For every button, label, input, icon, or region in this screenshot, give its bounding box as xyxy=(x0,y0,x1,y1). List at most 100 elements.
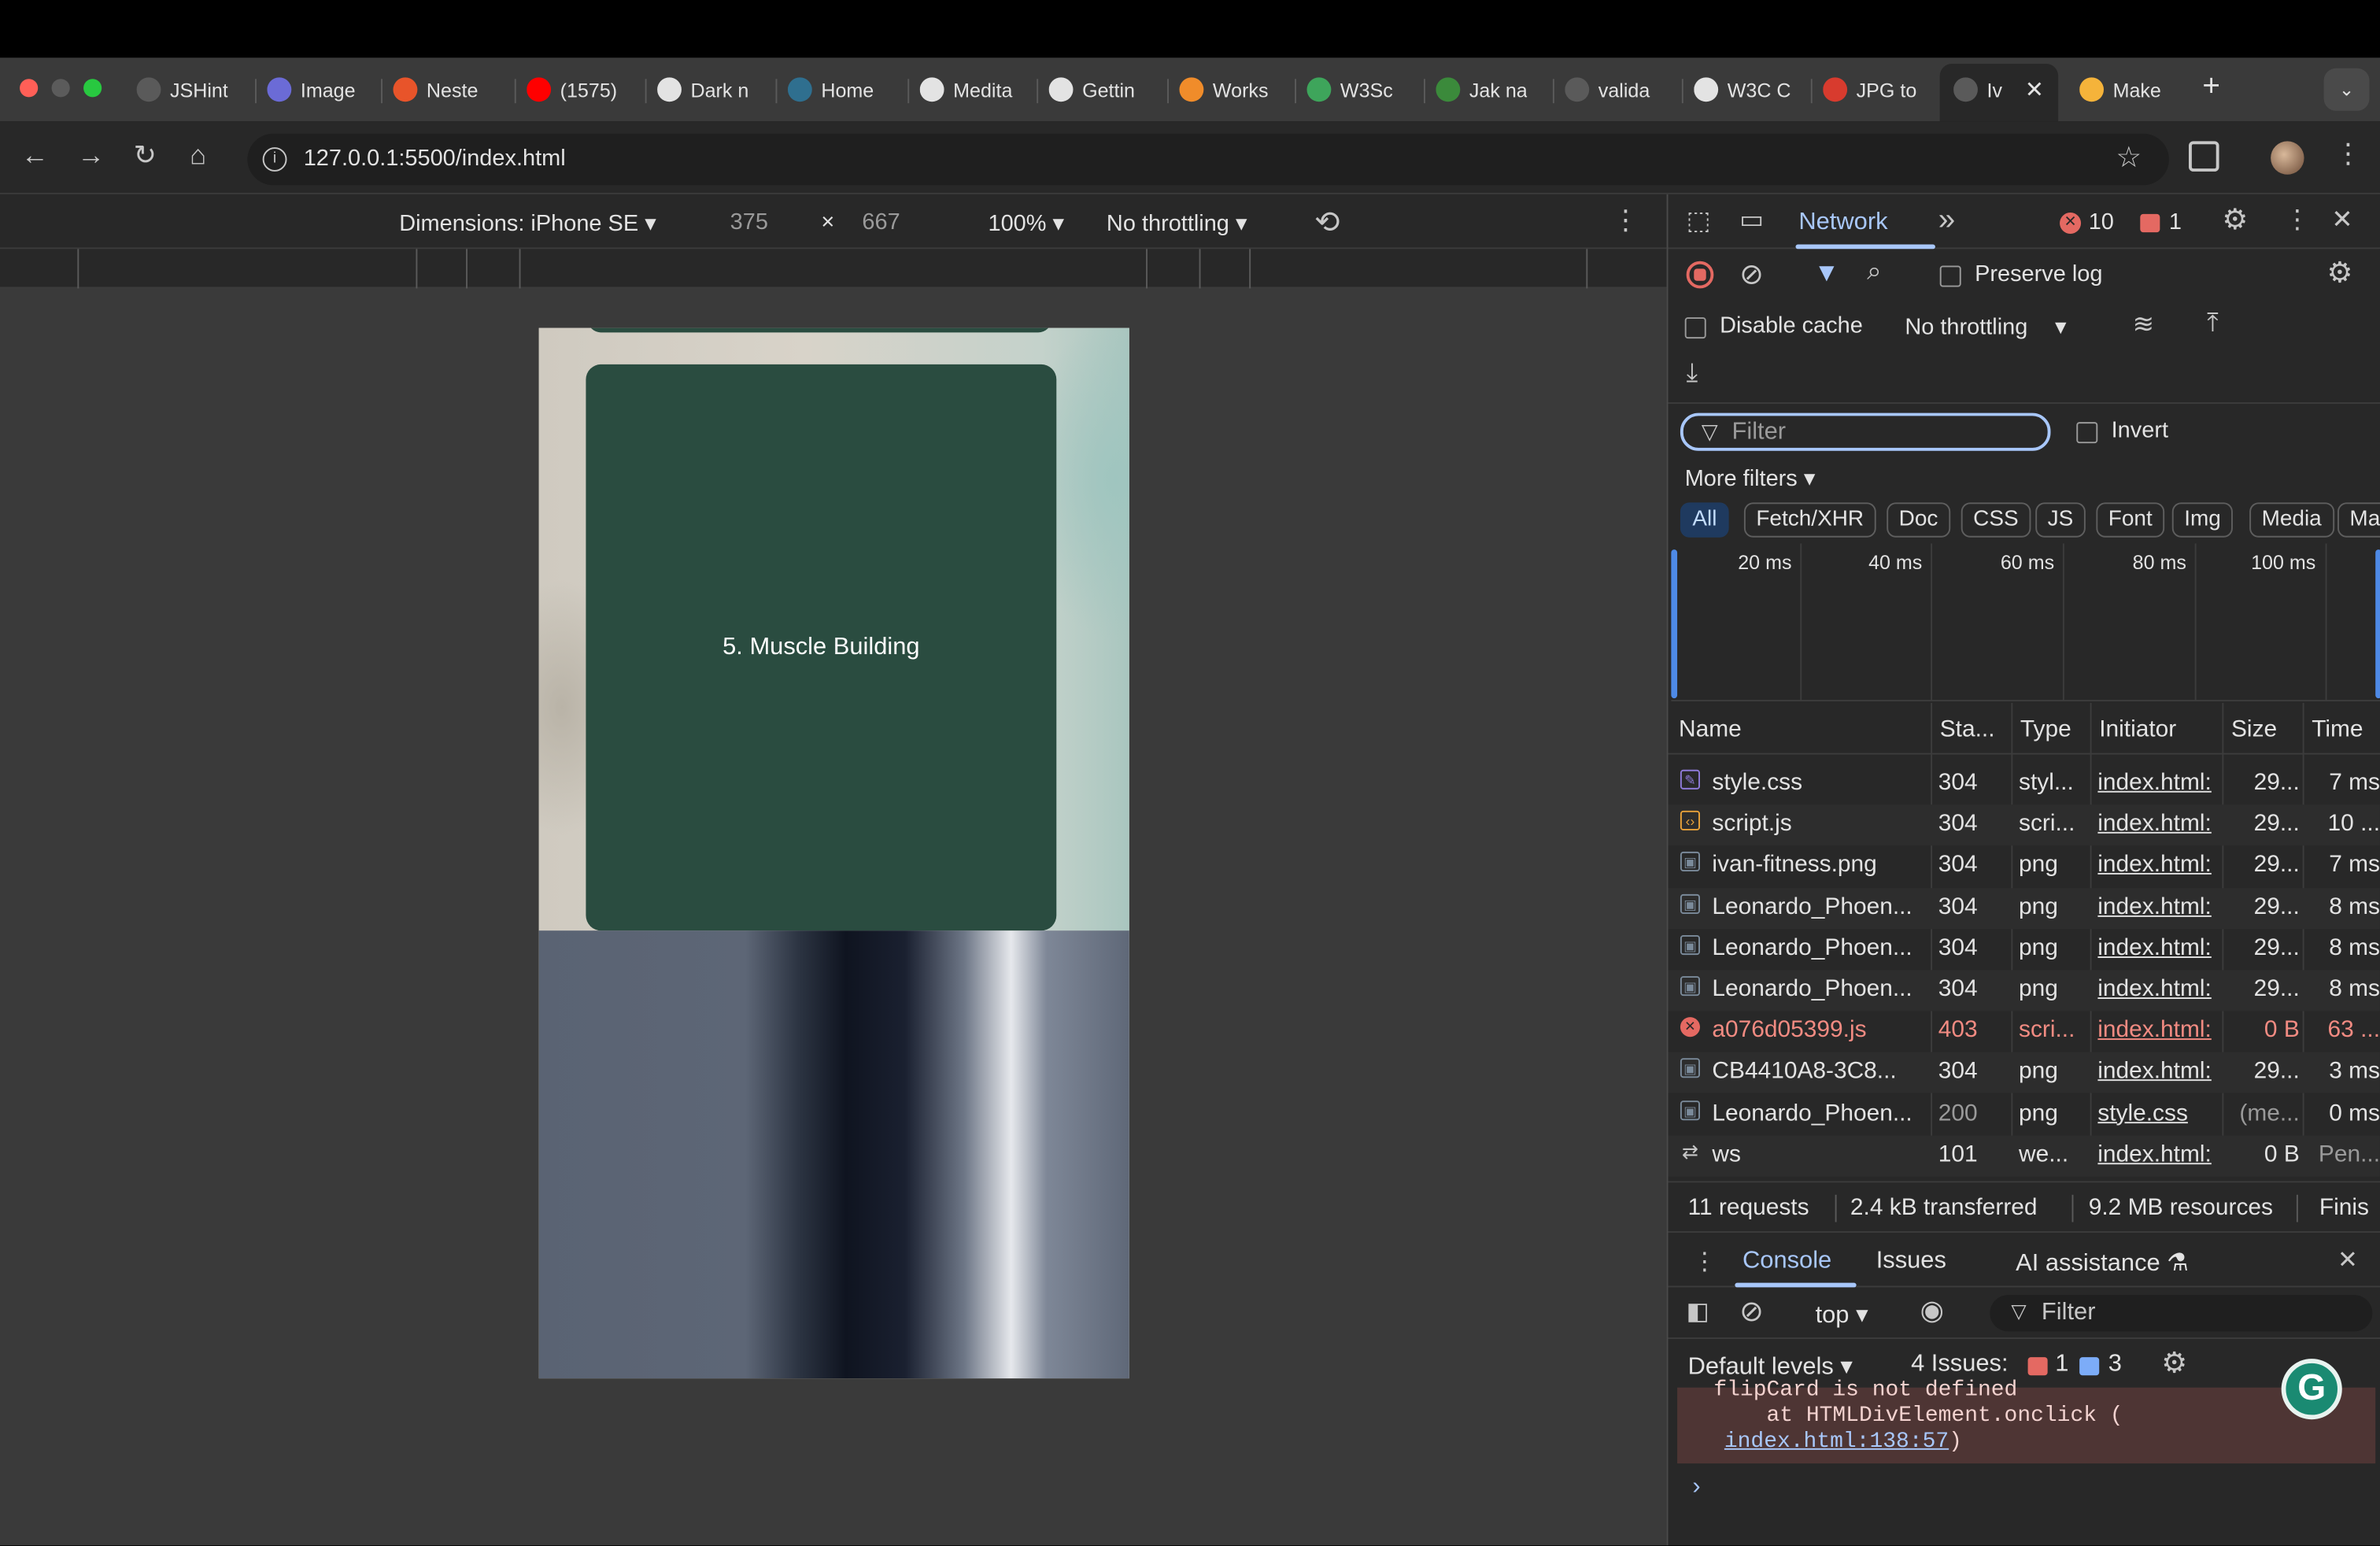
clear-icon[interactable]: ⊘ xyxy=(1739,258,1764,293)
tab-ai-assistance[interactable]: AI assistance ⚗ xyxy=(2016,1248,2189,1278)
browser-tab[interactable]: Image xyxy=(267,70,388,109)
back-button[interactable]: ← xyxy=(21,139,49,171)
record-icon[interactable] xyxy=(1686,261,1714,289)
console-filter-input[interactable]: ▽ Filter xyxy=(1990,1295,2373,1332)
close-window-button[interactable] xyxy=(20,79,39,98)
type-filter-chip[interactable]: Doc xyxy=(1887,502,1950,538)
request-initiator[interactable]: index.html: xyxy=(2097,1141,2219,1169)
context-select[interactable]: top ▾ xyxy=(1816,1300,1868,1330)
settings-gear-icon[interactable]: ⚙ xyxy=(2222,203,2248,238)
browser-tab[interactable]: (1575) xyxy=(527,70,651,109)
browser-tab[interactable]: Gettin xyxy=(1048,70,1173,109)
more-tabs-icon[interactable]: » xyxy=(1938,203,1955,238)
import-har-icon[interactable]: ⤒ xyxy=(2207,308,2218,338)
browser-tab[interactable]: Iv xyxy=(1953,70,2017,109)
type-filter-chip[interactable]: JS xyxy=(2035,502,2086,538)
request-initiator[interactable]: index.html: xyxy=(2097,935,2219,963)
close-tab-icon[interactable]: ✕ xyxy=(2025,76,2044,103)
device-toolbar-menu-icon[interactable]: ⋮ xyxy=(1612,205,1639,236)
issue-icon[interactable] xyxy=(2140,213,2160,233)
request-row[interactable]: ▣ ivan-fitness.png 304 png index.html: 29... 7… xyxy=(1668,846,2380,887)
tab-issues[interactable]: Issues xyxy=(1876,1248,1946,1275)
browser-menu-icon[interactable]: ⋮ xyxy=(2334,138,2362,169)
reload-button[interactable]: ↻ xyxy=(134,139,157,171)
issue-count[interactable]: 1 xyxy=(2169,209,2182,235)
request-initiator[interactable]: style.css xyxy=(2097,1100,2219,1127)
address-bar[interactable]: i 127.0.0.1:5500/index.html ☆ xyxy=(247,133,2169,186)
request-row[interactable]: ✎ style.css 304 styl... index.html: 29... 7 ms xyxy=(1668,764,2380,804)
request-row[interactable]: ▣ Leonardo_Phoen... 304 png index.html: 29...… xyxy=(1668,970,2380,1012)
request-initiator[interactable]: index.html: xyxy=(2097,1018,2219,1045)
extensions-icon[interactable] xyxy=(2188,141,2219,172)
request-row[interactable]: ▣ Leonardo_Phoen... 304 png index.html: 29...… xyxy=(1668,887,2380,929)
column-size[interactable]: Size xyxy=(2231,716,2277,744)
sidebar-toggle-icon[interactable]: ◧ xyxy=(1687,1296,1709,1327)
search-icon[interactable]: ⌕ xyxy=(1867,257,1881,287)
column-type[interactable]: Type xyxy=(2020,716,2071,744)
type-filter-chip[interactable]: CSS xyxy=(1961,502,2031,538)
info-icon[interactable]: i xyxy=(262,147,287,172)
request-row[interactable]: ⇄ ws 101 we... index.html: 0 B Pen... xyxy=(1668,1135,2380,1177)
error-icon[interactable]: ✕ xyxy=(2060,212,2082,234)
issues-summary[interactable]: 4 Issues: xyxy=(1911,1351,2008,1378)
request-row[interactable]: ▣ CB4410A8-3C8... 304 png index.html: 29... 3 … xyxy=(1668,1052,2380,1094)
browser-tab[interactable]: Make xyxy=(2079,70,2204,109)
type-filter-chip[interactable]: All xyxy=(1680,502,1729,538)
export-har-icon[interactable]: ⤓ xyxy=(1687,358,1698,389)
console-prompt[interactable]: › xyxy=(1692,1474,1700,1502)
timeline-left-handle[interactable] xyxy=(1671,549,1678,699)
preserve-log-checkbox[interactable] xyxy=(1939,265,1961,287)
devtools-menu-icon[interactable]: ⋮ xyxy=(2284,205,2310,235)
request-initiator[interactable]: index.html: xyxy=(2097,853,2219,880)
minimize-window-button[interactable] xyxy=(51,79,70,98)
inspect-element-icon[interactable]: ⬚ xyxy=(1687,206,1711,237)
column-status[interactable]: Sta... xyxy=(1940,716,1995,744)
rotate-icon[interactable]: ⟲ xyxy=(1314,203,1340,241)
width-input[interactable]: 375 xyxy=(730,209,768,235)
media-query-bar[interactable] xyxy=(0,249,1667,289)
profile-avatar[interactable] xyxy=(2271,141,2304,175)
program-card[interactable]: 5. Muscle Building xyxy=(586,364,1057,931)
bookmark-star-icon[interactable]: ☆ xyxy=(2116,141,2142,176)
tab-console[interactable]: Console xyxy=(1743,1248,1831,1275)
timeline-right-handle[interactable] xyxy=(2375,549,2380,699)
new-tab-button[interactable]: + xyxy=(2202,70,2220,105)
column-time[interactable]: Time xyxy=(2312,716,2363,744)
browser-tab[interactable]: Neste xyxy=(393,70,514,109)
height-input[interactable]: 667 xyxy=(862,209,900,235)
column-name[interactable]: Name xyxy=(1679,716,1742,744)
request-initiator[interactable]: index.html: xyxy=(2097,1059,2219,1086)
maximize-window-button[interactable] xyxy=(83,79,102,98)
network-settings-gear-icon[interactable]: ⚙ xyxy=(2326,257,2352,291)
network-throttling-select[interactable]: No throttling ▾ xyxy=(1905,313,2066,340)
request-row[interactable]: ‹› script.js 304 scri... index.html: 29... 10 … xyxy=(1668,804,2380,846)
type-filter-chip[interactable]: Font xyxy=(2096,502,2165,538)
browser-tab[interactable]: Works xyxy=(1179,70,1303,109)
request-row[interactable]: ▣ Leonardo_Phoen... 200 png style.css (me... 0… xyxy=(1668,1094,2380,1135)
type-filter-chip[interactable]: Media xyxy=(2249,502,2334,538)
forward-button[interactable]: → xyxy=(77,139,105,171)
request-initiator[interactable]: index.html: xyxy=(2097,976,2219,1004)
browser-tab[interactable]: Dark n xyxy=(657,70,782,109)
browser-tab[interactable]: valida xyxy=(1565,70,1689,109)
request-initiator[interactable]: index.html: xyxy=(2097,770,2219,797)
disable-cache-checkbox[interactable] xyxy=(1684,317,1706,339)
request-row[interactable]: ✕ a076d05399.js 403 scri... index.html: 0 B 63… xyxy=(1668,1012,2380,1052)
browser-tab[interactable]: JSHint xyxy=(136,70,258,109)
zoom-select[interactable]: 100% ▾ xyxy=(988,209,1064,237)
home-button[interactable]: ⌂ xyxy=(190,139,206,171)
request-initiator[interactable]: index.html: xyxy=(2097,811,2219,838)
request-row[interactable]: ▣ Leonardo_Phoen... 304 png index.html: 29...… xyxy=(1668,929,2380,970)
browser-tab[interactable]: W3C C xyxy=(1694,70,1818,109)
tab-network[interactable]: Network xyxy=(1798,209,1887,237)
error-source-link[interactable]: index.html:138:57 xyxy=(1724,1430,1949,1455)
request-initiator[interactable]: index.html: xyxy=(2097,893,2219,921)
device-dimensions-select[interactable]: Dimensions: iPhone SE ▾ xyxy=(399,209,656,237)
network-filter-input[interactable]: ▽ Filter xyxy=(1680,412,2051,451)
invert-checkbox[interactable] xyxy=(2076,422,2098,444)
drawer-menu-icon[interactable]: ⋮ xyxy=(1692,1246,1717,1277)
browser-tab[interactable]: Home xyxy=(787,70,912,109)
filter-funnel-icon[interactable]: ▼ xyxy=(1814,258,1839,289)
network-timeline-overview[interactable]: 20 ms 40 ms 60 ms 80 ms 100 ms xyxy=(1671,543,2380,701)
type-filter-chip[interactable]: Ma xyxy=(2337,502,2380,538)
